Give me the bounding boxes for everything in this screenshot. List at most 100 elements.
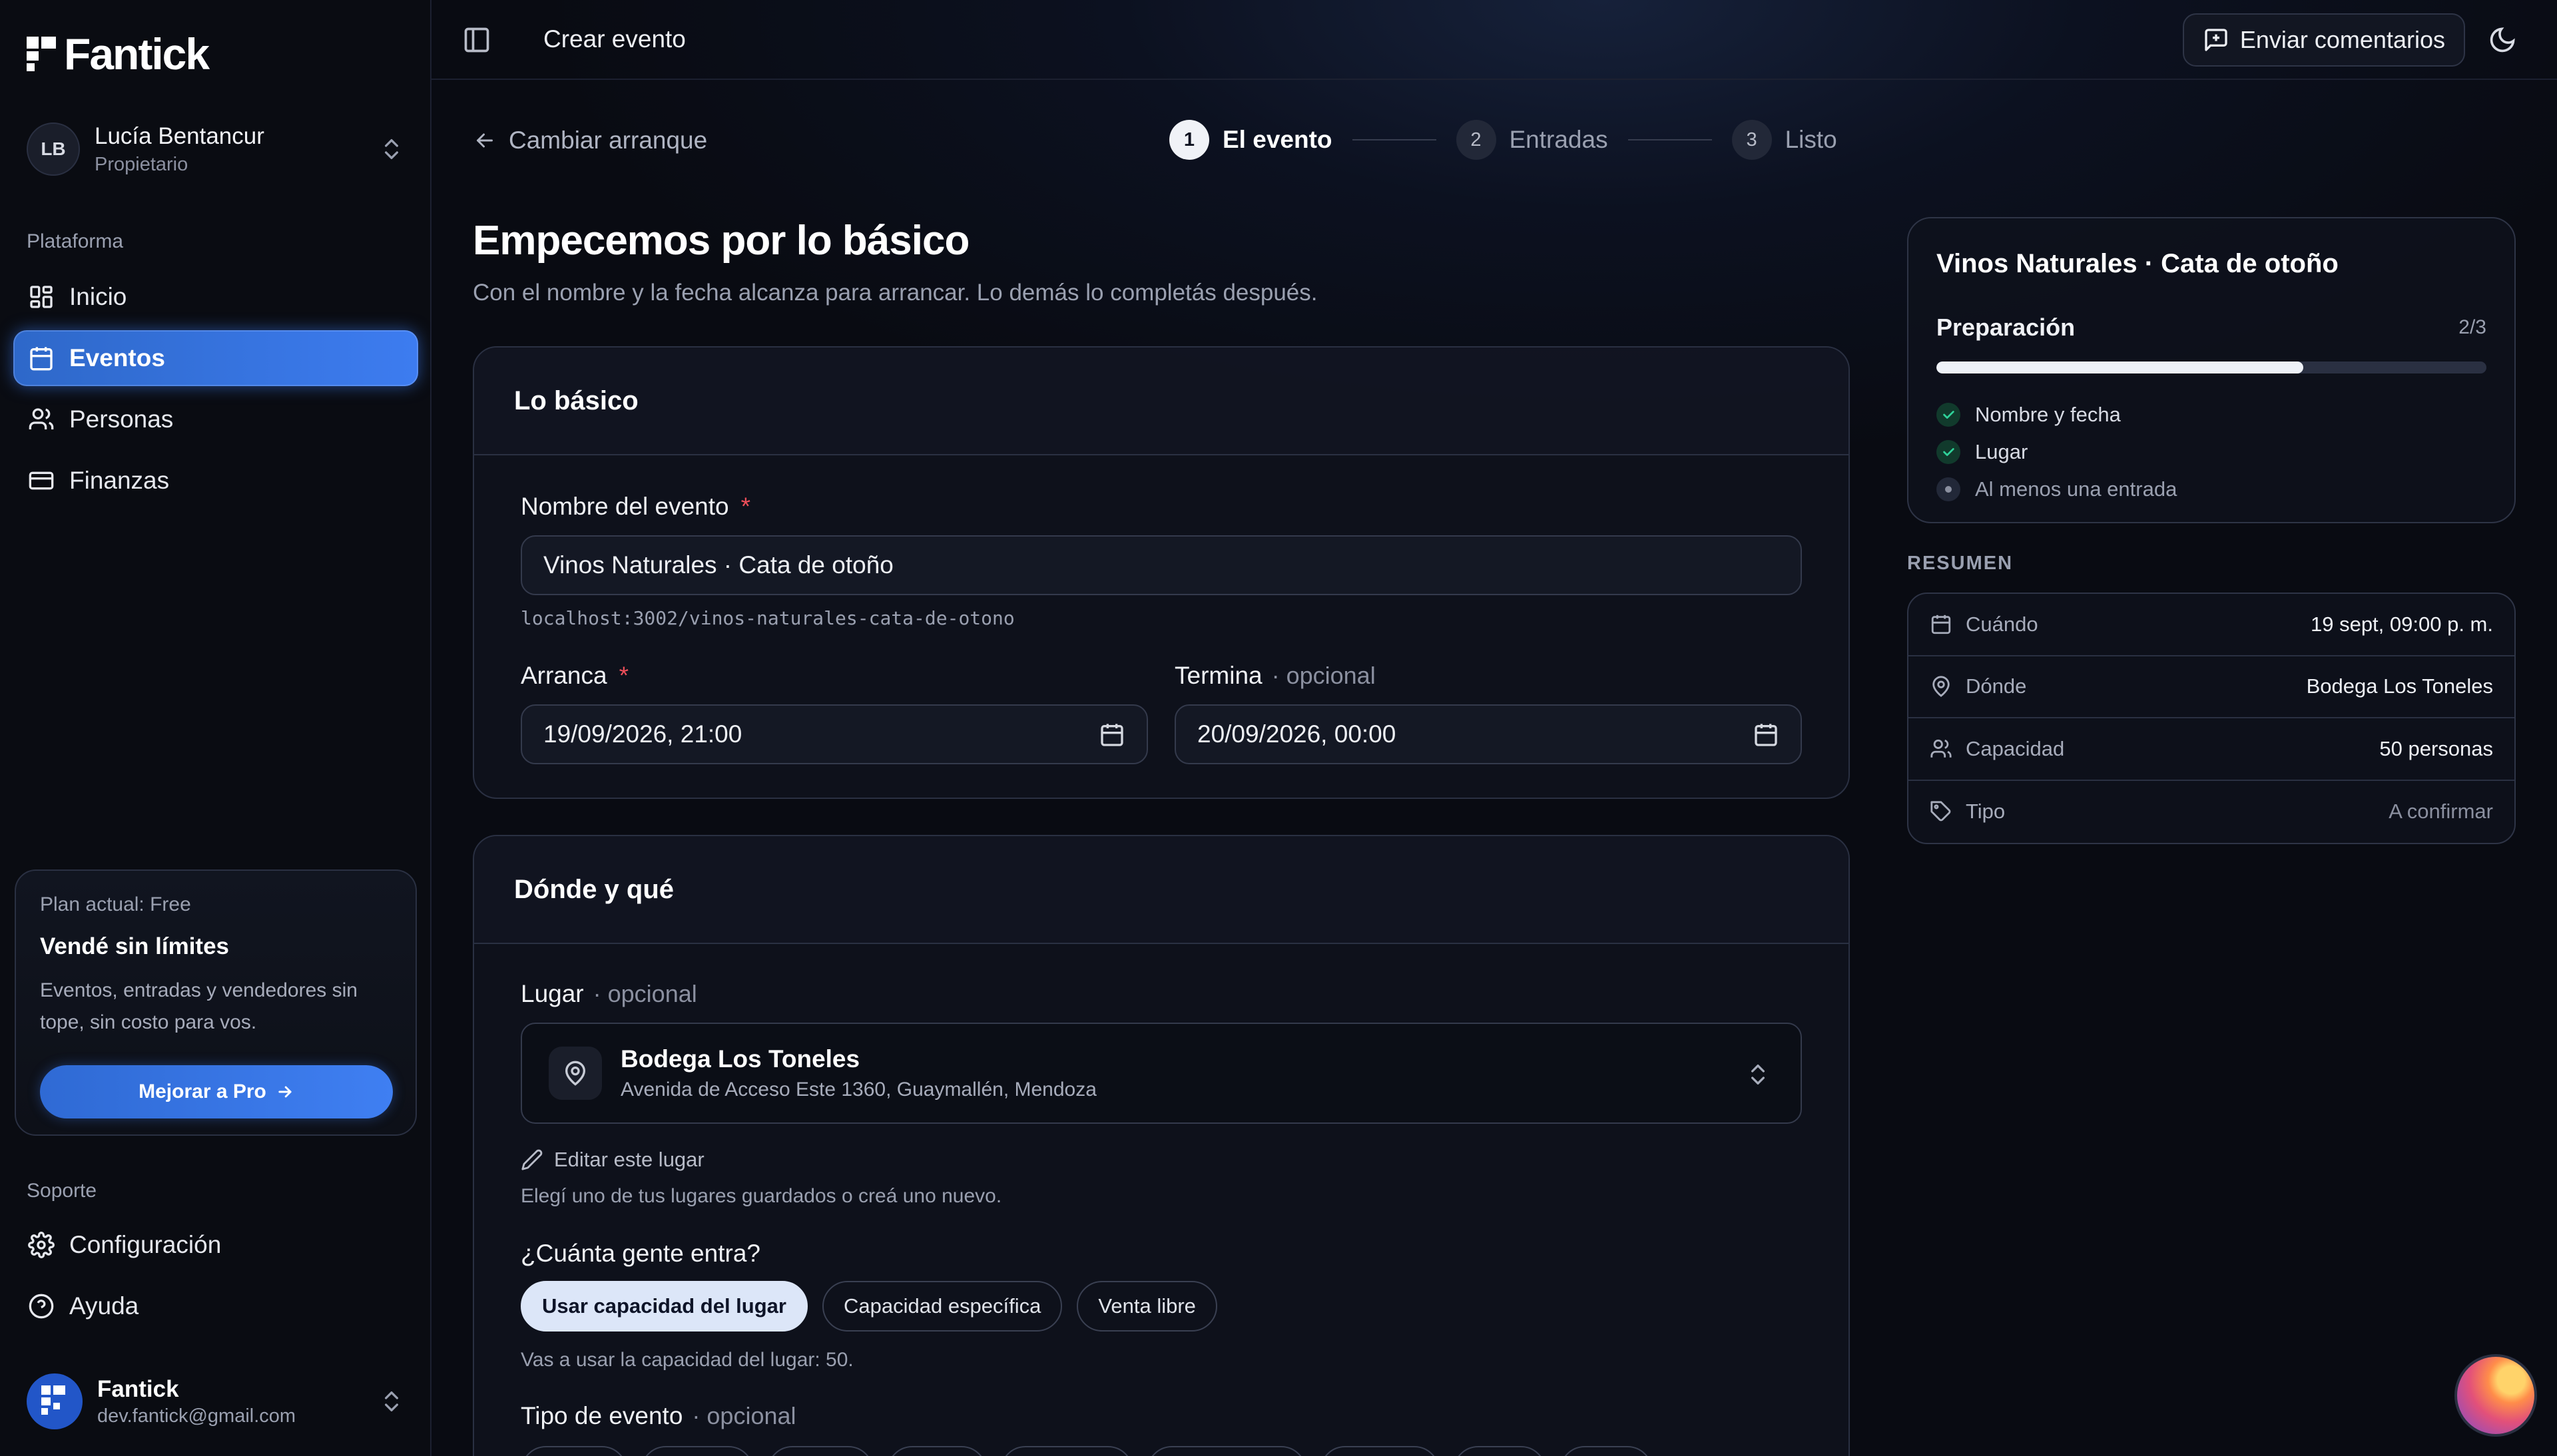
venue-select[interactable]: Bodega Los Toneles Avenida de Acceso Est… — [521, 1023, 1802, 1124]
pending-dot-icon — [1936, 477, 1960, 501]
end-datetime-input[interactable]: 20/09/2026, 00:00 — [1175, 704, 1802, 764]
event-type-option[interactable] — [1560, 1446, 1653, 1456]
event-type-option[interactable] — [641, 1446, 754, 1456]
brand-name: Fantick — [64, 29, 210, 79]
sidebar-toggle-icon[interactable] — [462, 25, 491, 55]
event-type-option[interactable] — [767, 1446, 874, 1456]
sidebar-item-finanzas[interactable]: Finanzas — [13, 453, 418, 509]
sidebar-item-label: Personas — [69, 405, 174, 433]
sidebar-item-eventos[interactable]: Eventos — [13, 330, 418, 386]
chevrons-up-down-icon — [385, 1391, 398, 1411]
event-name-input[interactable]: Vinos Naturales · Cata de otoño — [521, 535, 1802, 595]
step-label: El evento — [1223, 126, 1332, 153]
sidebar-item-ayuda[interactable]: Ayuda — [13, 1278, 418, 1334]
sidebar-item-configuracion[interactable]: Configuración — [13, 1217, 418, 1273]
basics-card: Lo básico Nombre del evento * Vinos Natur… — [473, 346, 1850, 799]
capacity-options: Usar capacidad del lugar Capacidad espec… — [521, 1281, 1217, 1332]
preparation-count: 2/3 — [2458, 316, 2486, 338]
moon-icon[interactable] — [2488, 25, 2517, 55]
capacity-option-specific[interactable]: Capacidad específica — [822, 1281, 1063, 1332]
calendar-icon[interactable] — [1099, 722, 1125, 748]
edit-venue-link[interactable]: Editar este lugar — [521, 1148, 705, 1172]
event-type-label: Tipo de evento · opcional — [521, 1402, 796, 1429]
event-type-options — [521, 1446, 1653, 1456]
event-type-option[interactable] — [887, 1446, 987, 1456]
feedback-button[interactable]: Enviar comentarios — [2182, 13, 2465, 67]
logo-icon — [27, 37, 56, 71]
checklist-item: Nombre y fecha — [1936, 396, 2486, 433]
plan-card: Plan actual: Free Vendé sin límites Even… — [15, 869, 417, 1136]
nav-section-label: Plataforma — [27, 230, 124, 252]
step-number: 3 — [1731, 120, 1772, 160]
venue-label: Lugar · opcional — [521, 980, 697, 1007]
users-icon — [29, 408, 54, 429]
pencil-icon — [521, 1149, 543, 1170]
summary-row: Cuándo 19 sept, 09:00 p. m. — [1908, 594, 2514, 656]
summary-table: Cuándo 19 sept, 09:00 p. m. Dónde Bodega… — [1907, 593, 2516, 844]
assistant-avatar[interactable] — [2454, 1354, 2537, 1437]
page-heading: Empecemos por lo básico — [473, 218, 970, 264]
users-icon — [1930, 739, 1952, 758]
sidebar-item-label: Ayuda — [69, 1292, 139, 1320]
help-icon — [29, 1294, 54, 1319]
page-subtitle: Con el nombre y la fecha alcanza para ar… — [473, 280, 1318, 306]
account-email: dev.fantick@gmail.com — [97, 1405, 296, 1427]
start-label: Arranca * — [521, 662, 629, 689]
account-name: Fantick — [97, 1375, 179, 1402]
preparation-label: Preparación — [1936, 314, 2076, 341]
checklist-item: Al menos una entrada — [1936, 471, 2486, 508]
end-label: Termina · opcional — [1175, 662, 1376, 689]
card-heading: Lo básico — [474, 348, 1848, 455]
wallet-icon — [29, 471, 54, 490]
sidebar-item-label: Eventos — [69, 344, 165, 371]
brand-logo[interactable]: Fantick — [27, 29, 210, 79]
tag-icon — [1930, 801, 1951, 822]
event-type-option[interactable] — [1000, 1446, 1133, 1456]
preparation-progress — [1936, 362, 2486, 373]
account-avatar — [27, 1373, 83, 1429]
calendar-icon[interactable] — [1753, 722, 1779, 748]
event-type-option[interactable] — [521, 1446, 627, 1456]
optional-tag: · opcional — [692, 1402, 796, 1429]
user-role: Propietario — [95, 153, 188, 175]
event-type-option[interactable] — [1147, 1446, 1306, 1456]
step-label: Listo — [1785, 126, 1837, 153]
upgrade-button[interactable]: Mejorar a Pro — [40, 1065, 393, 1118]
step-number: 1 — [1169, 120, 1209, 160]
calendar-icon — [1931, 614, 1951, 634]
capacity-option-venue[interactable]: Usar capacidad del lugar — [521, 1281, 808, 1332]
plan-description: Eventos, entradas y vendedores sin tope, … — [40, 979, 358, 1033]
sidebar-item-personas[interactable]: Personas — [13, 391, 418, 447]
event-type-option[interactable] — [1453, 1446, 1546, 1456]
capacity-option-free[interactable]: Venta libre — [1077, 1281, 1217, 1332]
step-tickets[interactable]: 2 Entradas — [1456, 120, 1608, 160]
dashboard-icon — [30, 286, 53, 308]
required-mark: * — [619, 662, 629, 689]
sidebar: Fantick LB Lucía Bentancur Propietario P… — [0, 0, 431, 1456]
check-icon — [1936, 403, 1960, 427]
map-pin-icon — [565, 1061, 586, 1086]
calendar-icon — [30, 347, 53, 371]
start-datetime-input[interactable]: 19/09/2026, 21:00 — [521, 704, 1148, 764]
step-divider — [1627, 139, 1712, 140]
map-pin-icon — [1932, 676, 1950, 698]
arrow-left-icon — [477, 133, 493, 148]
stepper: 1 El evento 2 Entradas 3 Listo — [1169, 120, 1837, 160]
step-event[interactable]: 1 El evento — [1169, 120, 1332, 160]
where-card: Dónde y qué Lugar · opcional Bodega Los T… — [473, 835, 1850, 1456]
sidebar-item-inicio[interactable]: Inicio — [13, 269, 418, 325]
account-switcher[interactable]: Fantick dev.fantick@gmail.com — [27, 1365, 405, 1438]
arrow-right-icon — [278, 1086, 292, 1098]
back-link[interactable]: Cambiar arranque — [473, 126, 707, 154]
summary-row: Dónde Bodega Los Toneles — [1908, 656, 2514, 718]
chevrons-up-down-icon — [1751, 1065, 1765, 1085]
step-done[interactable]: 3 Listo — [1731, 120, 1837, 160]
sidebar-item-label: Finanzas — [69, 467, 170, 494]
user-switcher[interactable]: LB Lucía Bentancur Propietario — [27, 119, 405, 180]
checklist: Nombre y fecha Lugar Al menos una entrad… — [1936, 396, 2486, 508]
message-plus-icon — [2205, 29, 2227, 51]
optional-tag: · opcional — [1271, 662, 1376, 689]
progress-fill — [1936, 362, 2303, 373]
step-label: Entradas — [1509, 126, 1608, 153]
event-type-option[interactable] — [1320, 1446, 1440, 1456]
